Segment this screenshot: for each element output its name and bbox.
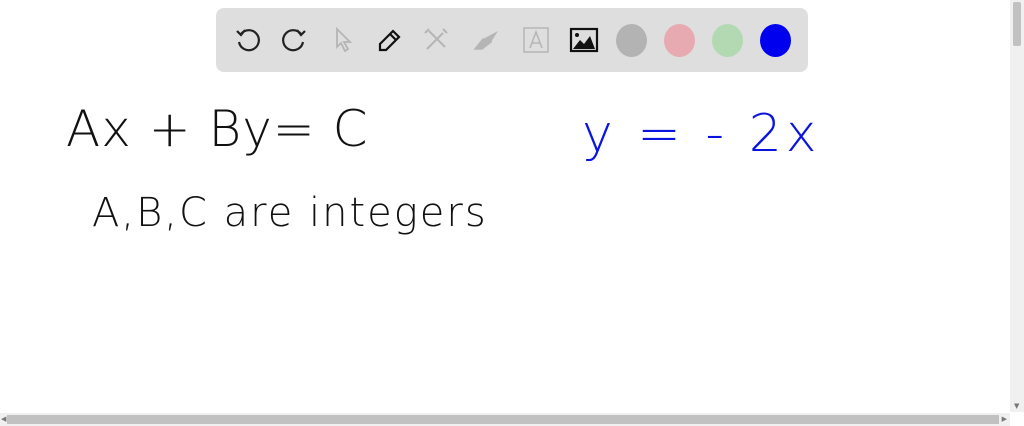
eraser-tool[interactable] — [470, 24, 502, 56]
horizontal-scroll-thumb[interactable] — [7, 415, 999, 424]
drawing-toolbar — [216, 8, 808, 72]
undo-icon — [236, 29, 260, 52]
color-swatch-pink[interactable] — [664, 24, 695, 57]
redo-button[interactable] — [278, 24, 310, 56]
scroll-down-arrow[interactable]: ▼ — [1014, 402, 1019, 410]
image-tool[interactable] — [568, 24, 600, 56]
vertical-scroll-thumb[interactable] — [1013, 2, 1021, 46]
vertical-scrollbar[interactable]: ▼ — [1010, 0, 1024, 412]
handwritten-note: A,B,C are integers — [92, 190, 488, 236]
cursor-icon — [336, 26, 353, 53]
pen-tool[interactable] — [374, 24, 406, 56]
color-swatch-gray[interactable] — [616, 24, 647, 57]
scroll-right-arrow[interactable]: ▶ — [1002, 415, 1007, 423]
handwritten-standard-form: Ax + By= C — [66, 100, 369, 158]
pen-icon — [378, 29, 401, 52]
eraser-icon — [473, 31, 498, 50]
undo-button[interactable] — [232, 24, 264, 56]
text-tool[interactable] — [520, 24, 552, 56]
tools-icon — [424, 28, 448, 50]
tools-button[interactable] — [420, 24, 452, 56]
handwritten-equation: y = - 2x — [582, 104, 821, 164]
color-swatch-green[interactable] — [712, 24, 743, 57]
redo-icon — [282, 29, 306, 52]
color-swatch-blue[interactable] — [760, 24, 791, 57]
text-icon — [523, 27, 549, 53]
scroll-left-arrow[interactable]: ◀ — [1, 415, 6, 423]
horizontal-scrollbar[interactable]: ◀ ▶ — [0, 413, 1010, 426]
image-icon — [569, 27, 599, 53]
select-tool[interactable] — [328, 24, 360, 56]
